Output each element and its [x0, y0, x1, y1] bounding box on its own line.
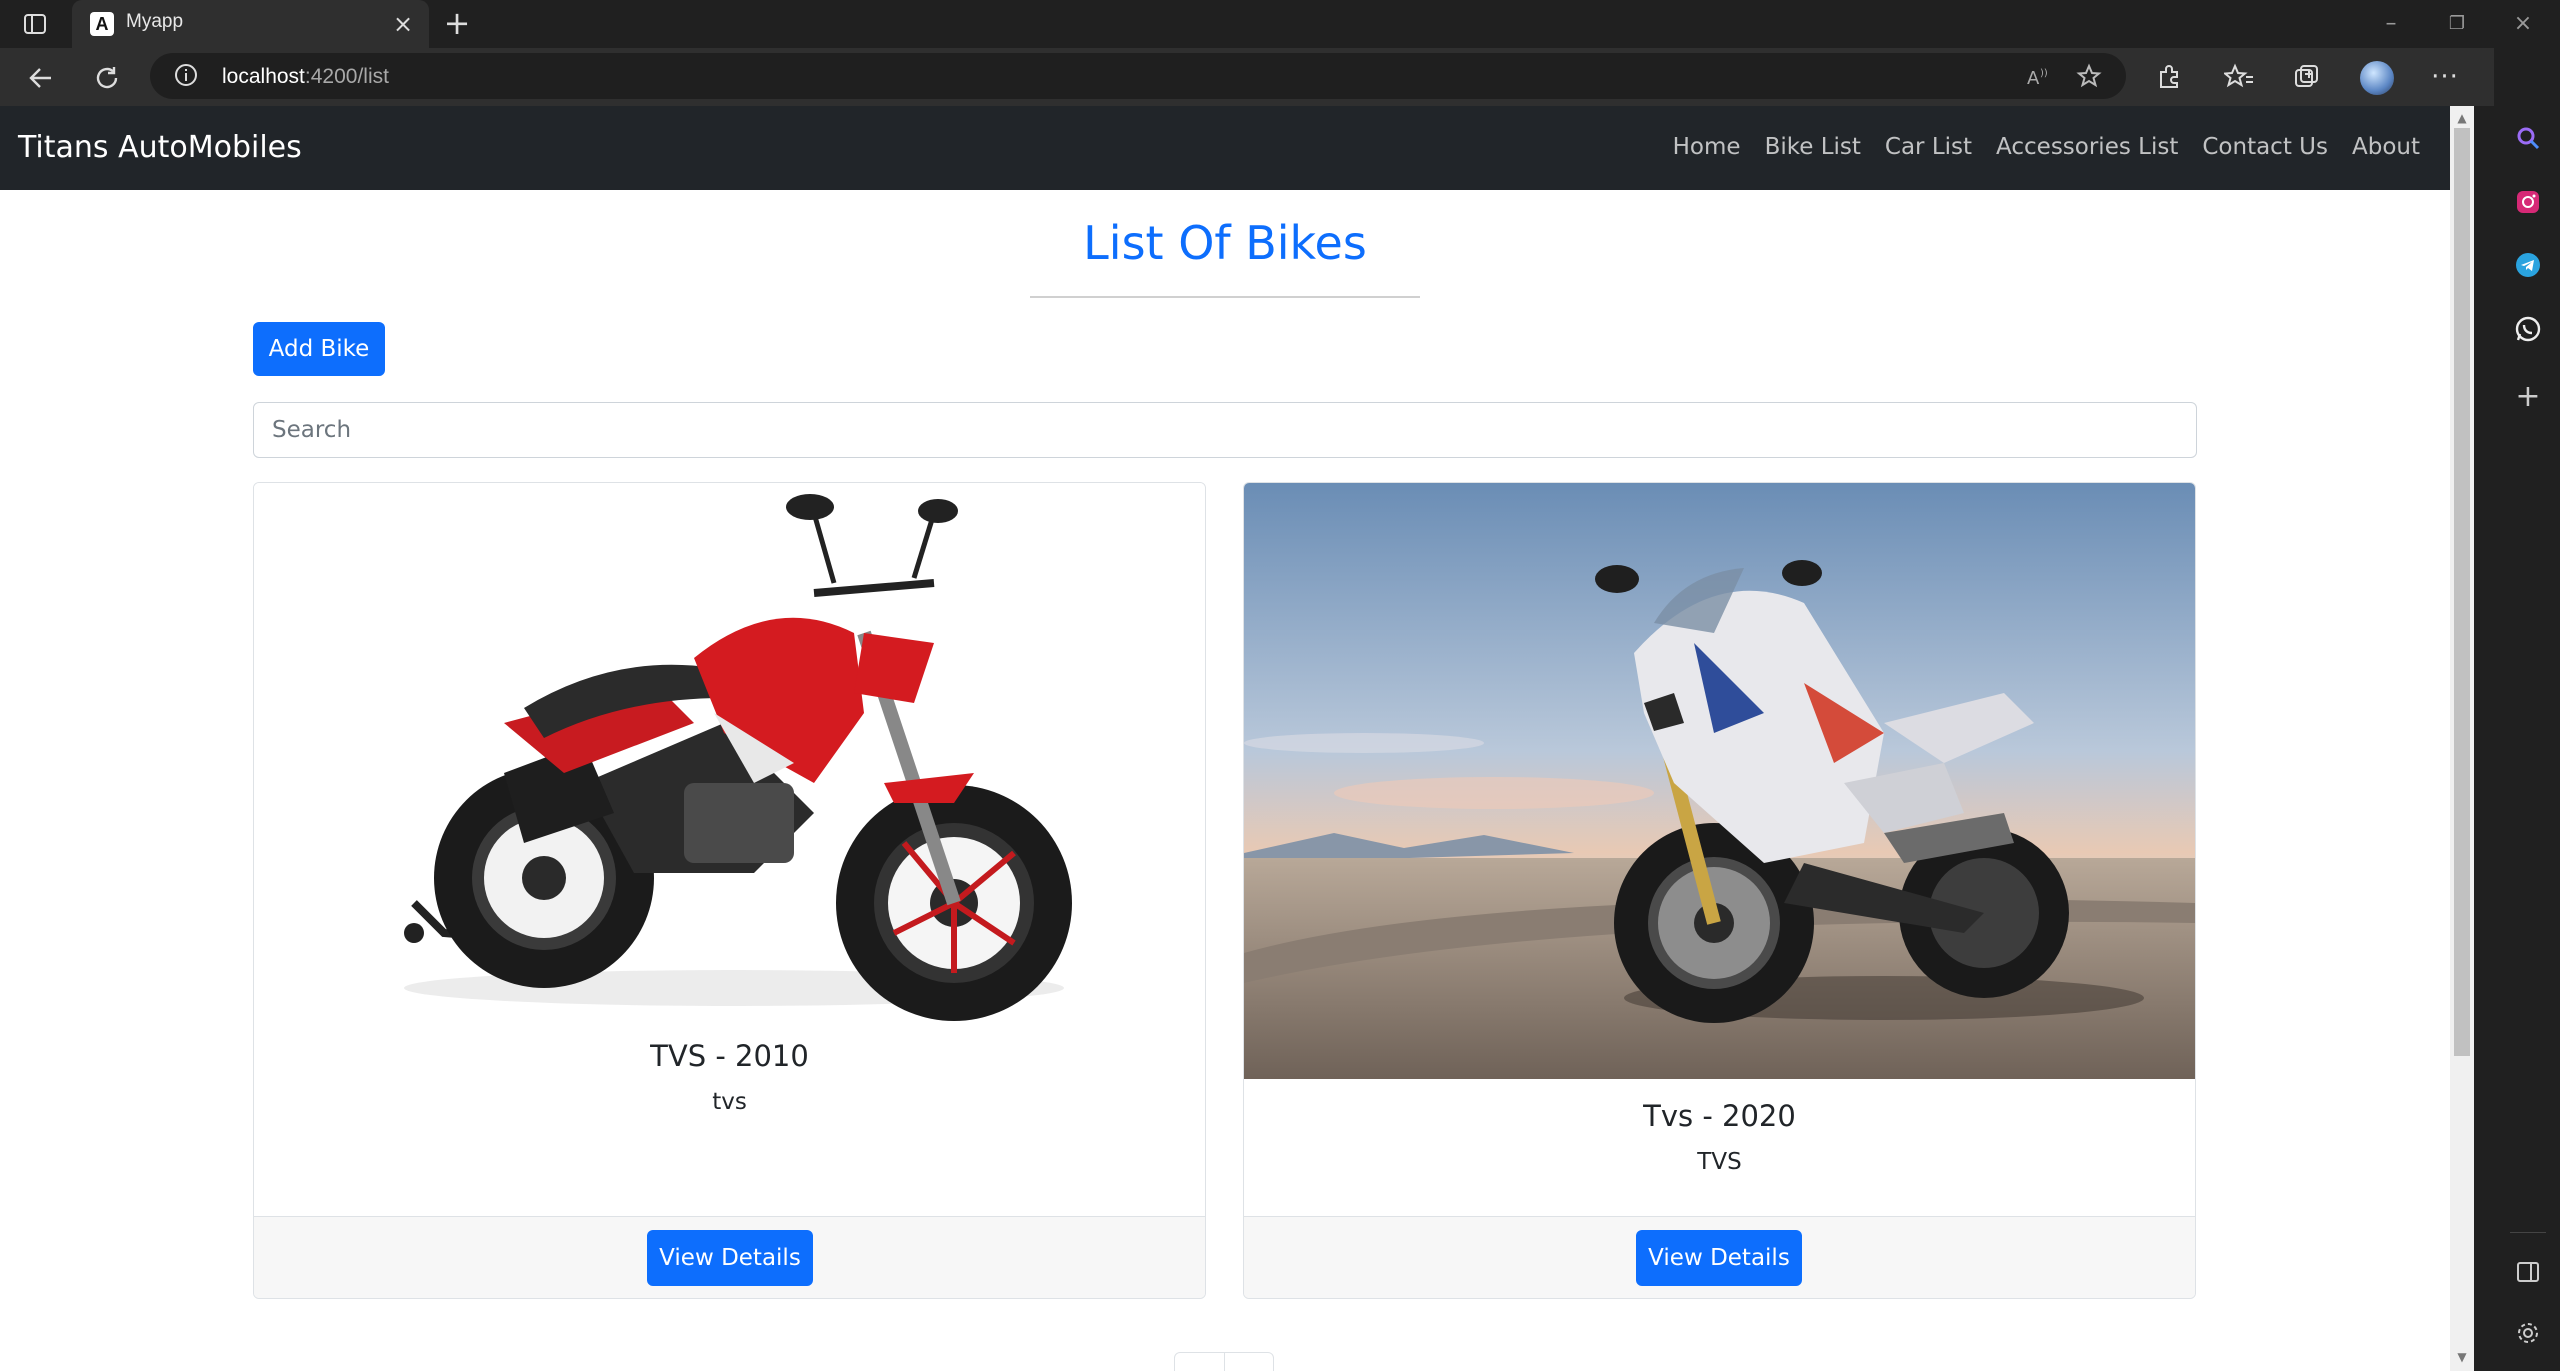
site-info-icon[interactable] [174, 63, 198, 87]
nav-link-accessories-list[interactable]: Accessories List [1996, 134, 2178, 160]
favorites-icon[interactable] [2222, 60, 2256, 94]
site-navbar: Titans AutoMobiles Home Bike List Car Li… [0, 106, 2450, 190]
profile-avatar[interactable] [2360, 61, 2394, 95]
svg-text:A: A [2027, 68, 2040, 89]
page-scrollbar[interactable]: ▲ ▼ [2450, 106, 2474, 1371]
read-aloud-icon[interactable]: A)) [2025, 63, 2053, 91]
card-text: TVS [1697, 1149, 1742, 1175]
nav-link-about[interactable]: About [2352, 134, 2420, 160]
add-bike-button[interactable]: Add Bike [253, 322, 385, 376]
whatsapp-icon[interactable] [2508, 309, 2548, 349]
card-footer: View Details [254, 1216, 1205, 1298]
bike-card: TVS - 2010 tvs View Details [253, 482, 1206, 1299]
add-sidebar-app-icon[interactable]: + [2508, 376, 2548, 416]
title-divider [1030, 296, 1420, 298]
add-favorite-icon[interactable] [2076, 63, 2104, 91]
page-viewport: Titans AutoMobiles Home Bike List Car Li… [0, 106, 2450, 1371]
pagination[interactable] [1174, 1352, 1274, 1371]
nav-link-contact-us[interactable]: Contact Us [2202, 134, 2328, 160]
new-tab-icon[interactable]: + [442, 7, 472, 39]
card-title: TVS - 2010 [650, 1039, 809, 1073]
bike-card: Tvs - 2020 TVS View Details [1243, 482, 2196, 1299]
tab-actions-icon[interactable] [20, 10, 50, 38]
extensions-icon[interactable] [2152, 60, 2186, 94]
bike-image [1244, 483, 2195, 1079]
scroll-up-icon[interactable]: ▲ [2456, 112, 2468, 124]
instagram-icon[interactable] [2508, 182, 2548, 222]
pagination-divider [1224, 1353, 1225, 1371]
browser-tab-strip: A Myapp × + – ❐ × [0, 0, 2560, 48]
url-text: localhost:4200/list [222, 65, 389, 89]
address-bar[interactable]: localhost:4200/list A)) [150, 53, 2126, 99]
hide-sidebar-icon[interactable] [2508, 1252, 2548, 1292]
card-footer: View Details [1244, 1216, 2195, 1298]
close-tab-icon[interactable]: × [389, 10, 417, 38]
sidebar-settings-icon[interactable] [2508, 1313, 2548, 1353]
navbar-brand[interactable]: Titans AutoMobiles [18, 130, 302, 165]
close-window-icon[interactable]: × [2508, 10, 2538, 38]
angular-favicon-icon: A [90, 12, 114, 36]
view-details-button[interactable]: View Details [1636, 1230, 1802, 1286]
nav-link-home[interactable]: Home [1673, 134, 1741, 160]
search-icon[interactable] [2508, 118, 2548, 158]
search-input[interactable]: Search [253, 402, 2197, 458]
svg-text:)): )) [2040, 68, 2048, 79]
browser-tab-active[interactable]: A Myapp × [72, 0, 429, 48]
url-path: :4200/list [304, 65, 389, 88]
bike-image [254, 483, 1205, 1043]
back-icon[interactable] [24, 61, 58, 95]
nav-link-bike-list[interactable]: Bike List [1765, 134, 1861, 160]
nav-link-car-list[interactable]: Car List [1885, 134, 1972, 160]
edge-sidebar: + [2494, 48, 2560, 1371]
minimize-icon[interactable]: – [2376, 10, 2406, 38]
scroll-down-icon[interactable]: ▼ [2456, 1351, 2468, 1363]
sidebar-divider [2510, 1232, 2546, 1233]
telegram-icon[interactable] [2508, 245, 2548, 285]
tab-title: Myapp [126, 11, 184, 32]
url-host: localhost [222, 65, 305, 88]
card-title: Tvs - 2020 [1643, 1099, 1796, 1133]
view-details-button[interactable]: View Details [647, 1230, 813, 1286]
more-options-icon[interactable]: ··· [2428, 60, 2462, 94]
restore-icon[interactable]: ❐ [2442, 10, 2472, 38]
navbar-links: Home Bike List Car List Accessories List… [1673, 134, 2420, 160]
page-title: List Of Bikes [1083, 216, 1367, 270]
refresh-icon[interactable] [90, 61, 124, 95]
collections-icon[interactable] [2290, 60, 2324, 94]
address-toolbar: localhost:4200/list A)) ··· [0, 48, 2494, 106]
scroll-thumb[interactable] [2454, 128, 2470, 1056]
card-text: tvs [712, 1089, 747, 1115]
